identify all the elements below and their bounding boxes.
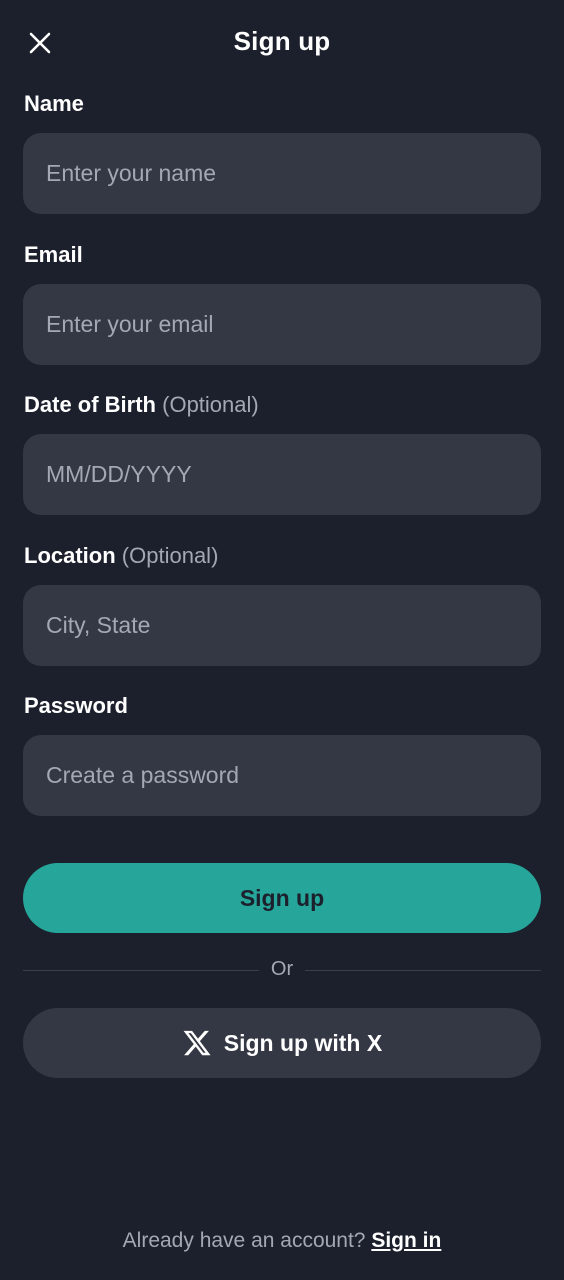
page-title: Sign up	[233, 26, 331, 56]
signup-with-x-label: Sign up with X	[223, 1029, 383, 1056]
footer: Already have an account? Sign in	[0, 1229, 564, 1253]
signup-button-label: Sign up	[239, 884, 325, 911]
or-divider: Or	[23, 955, 541, 985]
dob-input[interactable]	[23, 434, 541, 515]
divider-line-right	[305, 970, 541, 971]
dob-label: Date of Birth (Optional)	[24, 392, 259, 418]
header: Sign up	[0, 0, 564, 86]
location-optional-tag: (Optional)	[121, 543, 219, 568]
password-label: Password	[24, 693, 128, 719]
dob-optional-tag: (Optional)	[162, 392, 259, 417]
name-input[interactable]	[23, 133, 541, 214]
footer-prompt: Already have an account?	[122, 1229, 366, 1252]
signup-button[interactable]: Sign up	[23, 863, 541, 933]
location-input[interactable]	[23, 585, 541, 666]
dob-label-text: Date of Birth	[24, 392, 156, 417]
location-label: Location (Optional)	[24, 543, 218, 569]
password-label-text: Password	[24, 693, 128, 718]
location-label-text: Location	[24, 543, 116, 568]
email-label: Email	[24, 242, 83, 268]
signup-with-x-button[interactable]: Sign up with X	[23, 1008, 541, 1078]
email-label-text: Email	[24, 242, 83, 267]
name-label-text: Name	[24, 91, 84, 116]
email-input[interactable]	[23, 284, 541, 365]
name-label: Name	[24, 91, 84, 117]
password-input[interactable]	[23, 735, 541, 816]
x-logo-icon	[182, 1028, 212, 1058]
signin-link[interactable]: Sign in	[371, 1229, 441, 1252]
